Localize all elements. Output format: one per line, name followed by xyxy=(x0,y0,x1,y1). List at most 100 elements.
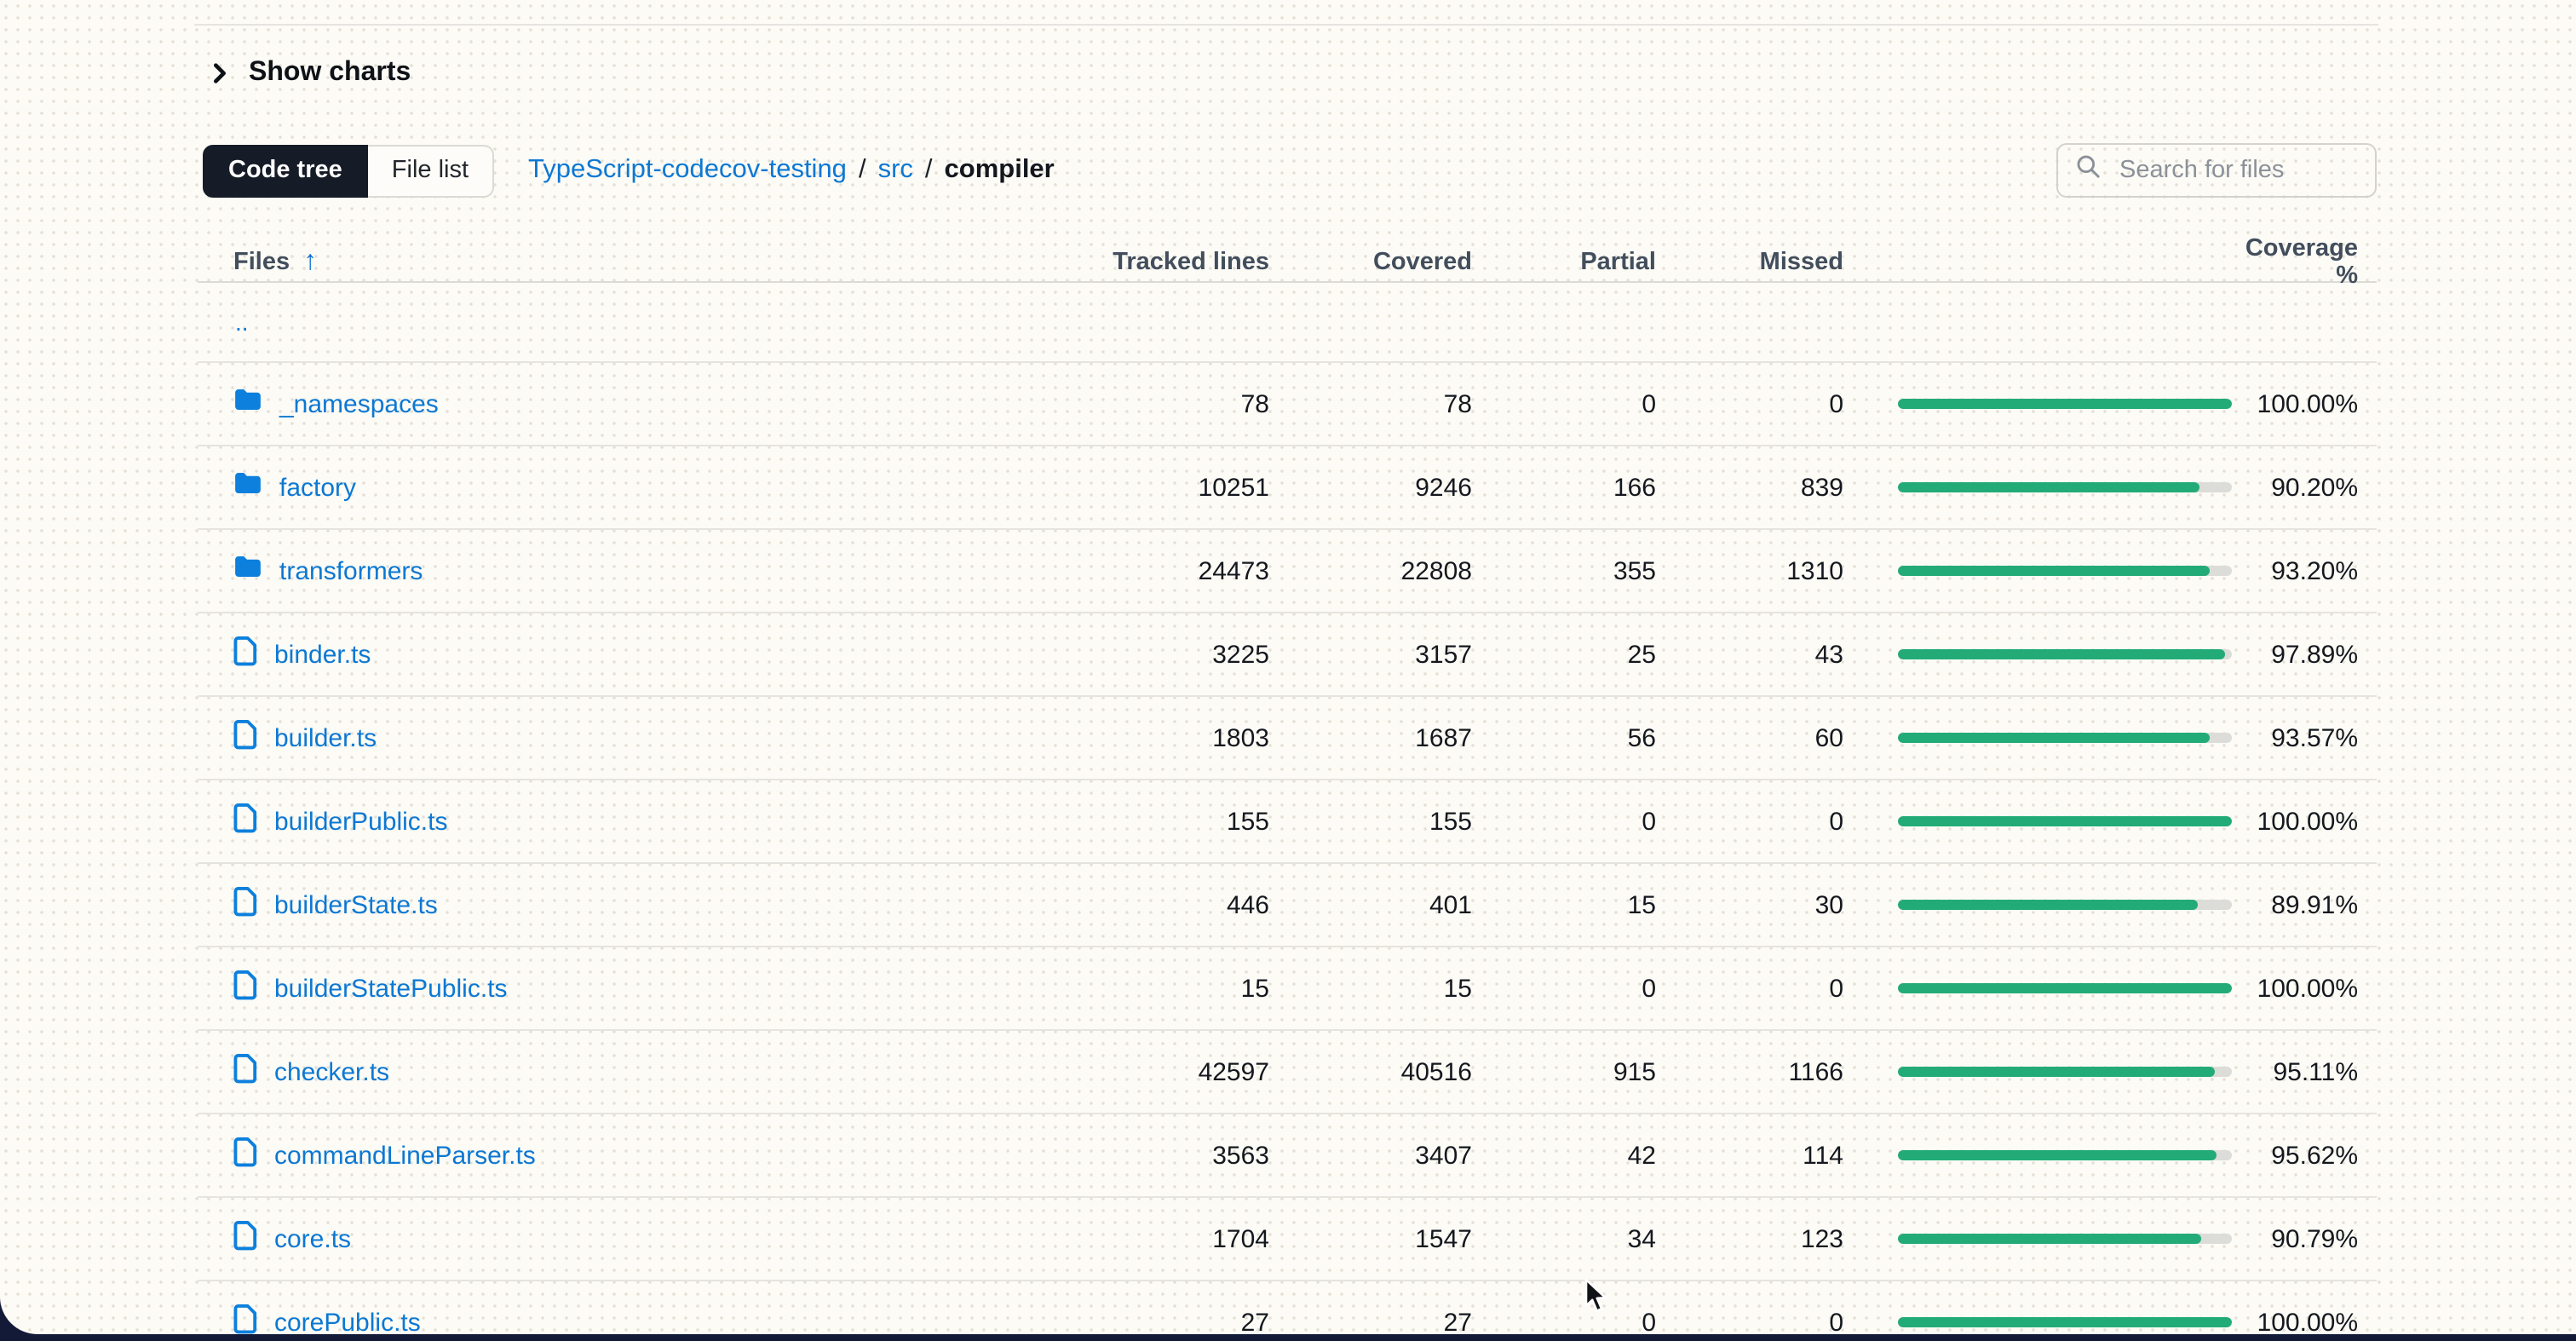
app-viewport: Show charts Code tree File list TypeScri… xyxy=(0,0,2576,1341)
table-row[interactable]: factory 10251 9246 166 839 90.20% xyxy=(198,446,2377,530)
partial-value: 355 xyxy=(1472,556,1656,585)
coverage-bar-track xyxy=(1898,566,2232,576)
breadcrumb-src-link[interactable]: src xyxy=(878,155,913,186)
partial-value: 0 xyxy=(1472,974,1656,1003)
table-row[interactable]: core.ts 1704 1547 34 123 90.79% xyxy=(198,1198,2377,1281)
parent-directory-row[interactable]: .. xyxy=(198,283,2377,363)
coverage-bar-fill xyxy=(1898,482,2199,492)
covered-value: 3157 xyxy=(1269,640,1472,669)
coverage-percent: 95.11% xyxy=(2232,1057,2358,1086)
coverage-bar-track xyxy=(1898,1234,2232,1244)
coverage-bar-track xyxy=(1898,1317,2232,1327)
covered-column-header[interactable]: Covered xyxy=(1269,249,1472,276)
covered-value: 1547 xyxy=(1269,1224,1472,1253)
covered-value: 3407 xyxy=(1269,1141,1472,1170)
missed-value: 0 xyxy=(1656,807,1843,836)
file-link[interactable]: corePublic.ts xyxy=(274,1308,421,1334)
file-link[interactable]: commandLineParser.ts xyxy=(274,1141,536,1170)
coverage-bar-fill xyxy=(1898,399,2232,409)
coverage-bar-fill xyxy=(1898,900,2198,910)
table-row[interactable]: binder.ts 3225 3157 25 43 97.89% xyxy=(198,613,2377,697)
partial-value: 34 xyxy=(1472,1224,1656,1253)
missed-column-header[interactable]: Missed xyxy=(1656,249,1843,276)
coverage-bar xyxy=(1898,1067,2232,1077)
file-link[interactable]: builderPublic.ts xyxy=(274,807,447,836)
search-input[interactable] xyxy=(2116,155,2358,186)
file-link[interactable]: core.ts xyxy=(274,1224,351,1253)
breadcrumb-current: compiler xyxy=(945,155,1055,186)
coverage-bar xyxy=(1898,399,2232,409)
show-charts-toggle[interactable]: Show charts xyxy=(208,58,411,89)
file-icon xyxy=(233,1136,257,1175)
table-row[interactable]: builderStatePublic.ts 15 15 0 0 100.00% xyxy=(198,947,2377,1031)
table-row[interactable]: commandLineParser.ts 3563 3407 42 114 95… xyxy=(198,1114,2377,1198)
tracked-lines-value: 1704 xyxy=(1065,1224,1269,1253)
coverage-percent: 97.89% xyxy=(2232,640,2358,669)
file-icon xyxy=(233,1303,257,1334)
show-charts-label: Show charts xyxy=(249,58,411,89)
coverage-bar-fill xyxy=(1898,1317,2232,1327)
file-link[interactable]: checker.ts xyxy=(274,1057,389,1086)
coverage-bar-track xyxy=(1898,733,2232,743)
breadcrumb-repo-link[interactable]: TypeScript-codecov-testing xyxy=(528,155,847,186)
coverage-bar-fill xyxy=(1898,733,2211,743)
file-link[interactable]: builder.ts xyxy=(274,723,377,752)
tracked-lines-value: 155 xyxy=(1065,807,1269,836)
table-row[interactable]: corePublic.ts 27 27 0 0 100.00% xyxy=(198,1281,2377,1334)
covered-value: 27 xyxy=(1269,1308,1472,1334)
files-column-header[interactable]: Files ↑ xyxy=(198,249,1065,276)
covered-value: 22808 xyxy=(1269,556,1472,585)
file-link[interactable]: builderState.ts xyxy=(274,890,438,919)
tracked-lines-column-header[interactable]: Tracked lines xyxy=(1065,249,1269,276)
coverage-bar-track xyxy=(1898,649,2232,659)
file-list-button[interactable]: File list xyxy=(368,144,494,197)
folder-icon xyxy=(233,554,262,588)
parent-directory-link[interactable]: .. xyxy=(198,308,1065,336)
covered-value: 9246 xyxy=(1269,473,1472,502)
missed-value: 0 xyxy=(1656,1308,1843,1334)
missed-value: 30 xyxy=(1656,890,1843,919)
table-row[interactable]: builder.ts 1803 1687 56 60 93.57% xyxy=(198,697,2377,780)
file-icon xyxy=(233,885,257,924)
file-link[interactable]: binder.ts xyxy=(274,640,371,669)
file-link[interactable]: builderStatePublic.ts xyxy=(274,974,508,1003)
file-link[interactable]: transformers xyxy=(279,556,423,585)
tracked-lines-value: 24473 xyxy=(1065,556,1269,585)
coverage-bar-track xyxy=(1898,399,2232,409)
coverage-bar-track xyxy=(1898,900,2232,910)
coverage-percent: 100.00% xyxy=(2232,974,2358,1003)
code-tree-button[interactable]: Code tree xyxy=(203,144,368,197)
table-row[interactable]: _namespaces 78 78 0 0 100.00% xyxy=(198,363,2377,446)
coverage-bar-fill xyxy=(1898,1150,2217,1160)
folder-icon xyxy=(233,470,262,504)
coverage-percent: 93.20% xyxy=(2232,556,2358,585)
file-link[interactable]: _namespaces xyxy=(279,389,439,418)
table-row[interactable]: checker.ts 42597 40516 915 1166 95.11% xyxy=(198,1031,2377,1114)
coverage-bar xyxy=(1898,816,2232,826)
coverage-column-header[interactable]: Coverage % xyxy=(2232,235,2358,290)
search-icon xyxy=(2075,153,2102,188)
file-link[interactable]: factory xyxy=(279,473,356,502)
coverage-bar xyxy=(1898,1317,2232,1327)
breadcrumb-separator: / xyxy=(925,155,933,186)
partial-value: 15 xyxy=(1472,890,1656,919)
file-icon xyxy=(233,635,257,665)
tracked-lines-value: 3563 xyxy=(1065,1141,1269,1170)
table-row[interactable]: builderState.ts 446 401 15 30 89.91% xyxy=(198,864,2377,947)
file-search-box[interactable] xyxy=(2056,143,2377,198)
coverage-bar-fill xyxy=(1898,649,2225,659)
page-sheet: Show charts Code tree File list TypeScri… xyxy=(0,0,2576,1334)
partial-column-header[interactable]: Partial xyxy=(1472,249,1656,276)
coverage-percent: 93.57% xyxy=(2232,723,2358,752)
coverage-bar-track xyxy=(1898,482,2232,492)
table-row[interactable]: transformers 24473 22808 355 1310 93.20% xyxy=(198,530,2377,613)
tracked-lines-value: 78 xyxy=(1065,389,1269,418)
folder-icon xyxy=(233,470,262,496)
table-row[interactable]: builderPublic.ts 155 155 0 0 100.00% xyxy=(198,780,2377,864)
coverage-bar-fill xyxy=(1898,1234,2201,1244)
partial-value: 915 xyxy=(1472,1057,1656,1086)
covered-value: 15 xyxy=(1269,974,1472,1003)
missed-value: 1166 xyxy=(1656,1057,1843,1086)
covered-value: 40516 xyxy=(1269,1057,1472,1086)
file-icon xyxy=(233,718,257,749)
